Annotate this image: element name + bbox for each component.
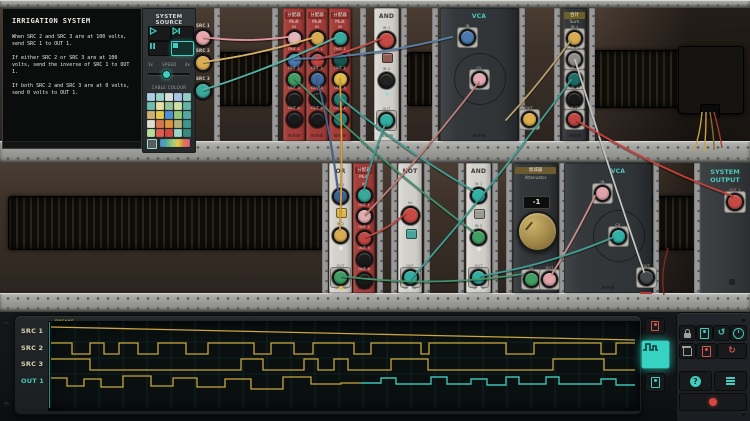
module-red-icon [702,346,711,357]
scope-trace-src1 [51,327,635,340]
control-panel: ↺ ↻ ? [676,312,750,421]
help-icon: ? [690,376,701,387]
scope-trace-src2 [51,343,635,354]
scope-view-button[interactable] [641,340,670,369]
record-icon [709,398,717,406]
oscilloscope: BREAKS SRC 1 SRC 2 SRC 3 OUT 1 [14,315,642,415]
patch-cable[interactable] [411,80,571,279]
trash-icon [683,348,692,356]
patch-cable[interactable] [552,196,595,274]
patch-cable[interactable] [340,98,474,191]
add-module-button[interactable] [696,325,713,341]
module-teal-icon [651,377,660,388]
scope-module-view-button[interactable] [645,373,665,392]
clock-icon [733,328,744,339]
patch-cable[interactable] [203,38,335,90]
hamburger-icon [726,376,735,387]
waveform-icon [642,341,659,353]
patch-cable[interactable] [365,82,479,215]
record-button[interactable] [679,393,747,411]
redo-button[interactable]: ↻ [717,343,747,359]
undo-icon: ↺ [718,329,726,338]
loose-wire [704,112,706,152]
app-root: IRRIGATION SYSTEM When SRC 2 and SRC 3 a… [0,0,750,421]
delete-button[interactable] [679,343,696,359]
module-teal-icon [700,328,709,339]
menu-button[interactable] [714,371,747,391]
lock-icon [684,333,691,338]
history-button[interactable] [730,325,747,341]
loose-wire [663,248,668,295]
loose-wire [710,112,714,150]
redo-icon: ↻ [728,347,736,356]
loose-wire [714,112,722,148]
bottom-section: BREAKS SRC 1 SRC 2 SRC 3 OUT 1 ↺ ↻ ? [0,312,750,421]
help-button[interactable]: ? [679,371,712,391]
patch-cable[interactable] [576,120,733,196]
module-red-icon [651,321,659,331]
undo-button[interactable]: ↺ [713,325,730,341]
scope-trace-src3 [51,359,635,370]
remove-module-button[interactable] [696,343,717,359]
patch-cable[interactable] [506,40,571,120]
patch-cable[interactable] [480,237,614,276]
scope-delete-button[interactable] [645,318,665,334]
lock-button[interactable] [679,325,696,341]
scope-trace-out1_expected [51,376,361,389]
scope-traces [15,316,641,414]
scope-trace-out1_actual [361,377,635,385]
loose-wire [694,112,702,150]
patch-cable[interactable] [365,213,406,237]
